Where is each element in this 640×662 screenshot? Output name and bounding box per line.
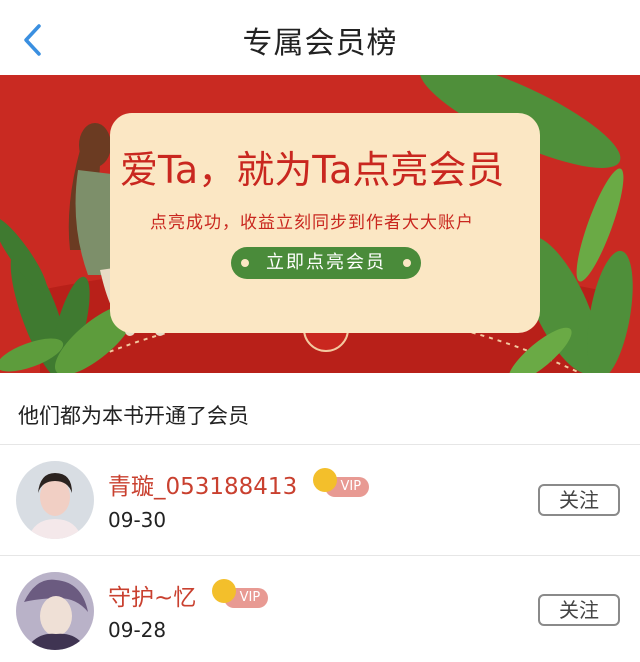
member-date: 09-30 (108, 508, 167, 532)
member-row[interactable]: 青璇_053188413 VIP 09-30 关注 (0, 445, 640, 555)
nav-header: 专属会员榜 (0, 0, 640, 75)
avatar[interactable] (16, 572, 94, 650)
banner-subtitle: 点亮成功，收益立刻同步到作者大大账户 (150, 213, 474, 233)
promo-banner[interactable]: 爱Ta，就为Ta点亮会员 点亮成功，收益立刻同步到作者大大账户 立即点亮会员 (0, 75, 640, 373)
avatar[interactable] (16, 461, 94, 539)
vip-badge: VIP (312, 468, 370, 497)
member-name-text: 青璇_053188413 (108, 474, 298, 500)
crown-icon (211, 579, 236, 603)
member-date: 09-28 (108, 618, 167, 642)
member-row[interactable]: 守护~忆 VIP 09-28 关注 (0, 556, 640, 662)
member-name-text: 守护~忆 (108, 585, 197, 611)
follow-button[interactable]: 关注 (538, 484, 620, 516)
crown-icon (312, 468, 337, 492)
page-title: 专属会员榜 (242, 26, 398, 61)
vip-badge: VIP (211, 579, 269, 608)
section-title: 他们都为本书开通了会员 (18, 404, 249, 428)
member-name[interactable]: 青璇_053188413 VIP (108, 467, 370, 501)
light-member-button[interactable]: 立即点亮会员 (231, 247, 421, 279)
banner-slogan: 爱Ta，就为Ta点亮会员 (120, 148, 505, 192)
follow-button[interactable]: 关注 (538, 594, 620, 626)
member-name[interactable]: 守护~忆 VIP (108, 578, 269, 612)
